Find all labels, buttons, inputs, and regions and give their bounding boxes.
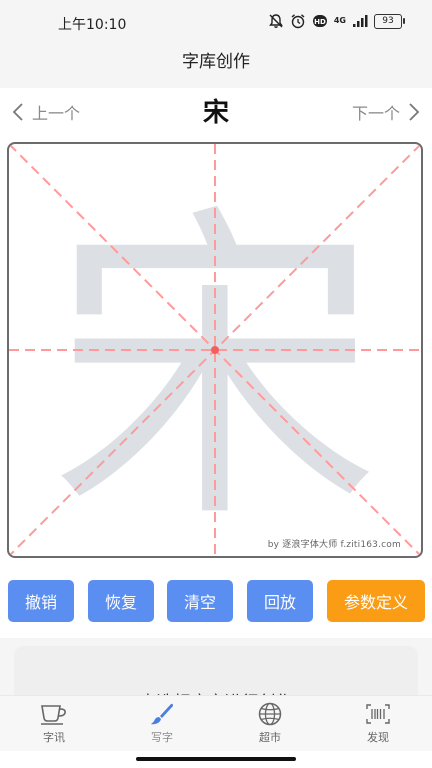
- chevron-left-icon: [12, 103, 23, 121]
- current-char: 宋: [202, 98, 229, 128]
- tab-market-label: 超市: [259, 731, 281, 744]
- writing-toolbar: 撤销 恢复 清空 回放 参数定义: [0, 572, 432, 638]
- barcode-scan-icon: [366, 704, 390, 724]
- grid-guide: [9, 144, 421, 556]
- tab-news-label: 字讯: [43, 731, 65, 744]
- signal-strength-icon: [353, 15, 368, 27]
- undo-button[interactable]: 撤销: [8, 580, 74, 622]
- svg-text:HD: HD: [314, 18, 326, 26]
- hd-voice-icon: HD: [312, 15, 327, 27]
- tab-market[interactable]: 超市: [230, 702, 310, 745]
- coffee-cup-icon: [41, 705, 66, 725]
- tab-news[interactable]: 字讯: [14, 702, 94, 745]
- home-indicator[interactable]: [136, 757, 296, 761]
- brush-icon: [151, 703, 173, 725]
- tab-write[interactable]: 写字: [122, 702, 202, 745]
- tab-discover[interactable]: 发现: [338, 702, 418, 745]
- params-button[interactable]: 参数定义: [327, 580, 425, 622]
- writing-pad[interactable]: 宋 by 逐浪字体大师 f.ziti163.com: [7, 142, 423, 558]
- redo-button[interactable]: 恢复: [88, 580, 154, 622]
- watermark: by 逐浪字体大师 f.ziti163.com: [267, 540, 401, 550]
- playback-button[interactable]: 回放: [247, 580, 313, 622]
- chevron-right-icon: [409, 103, 420, 121]
- bell-muted-icon: [268, 14, 283, 28]
- globe-icon: [258, 702, 282, 726]
- center-dot: [211, 346, 219, 354]
- bottom-tabbar: 字讯 写字 超市 发现: [0, 695, 432, 752]
- status-icons: HD 4G 93: [268, 13, 405, 29]
- tab-write-label: 写字: [151, 731, 173, 744]
- network-type: 4G: [333, 16, 346, 25]
- character-nav: 上一个 宋 下一个: [0, 88, 432, 136]
- tab-discover-label: 发现: [367, 731, 389, 744]
- status-bar: 上午10:10 HD 4G 93: [0, 0, 432, 44]
- battery-indicator: 93: [374, 13, 405, 29]
- canvas-area: 宋 by 逐浪字体大师 f.ziti163.com: [0, 136, 432, 572]
- prev-char-label: 上一个: [32, 104, 81, 123]
- next-char-button[interactable]: 下一个: [352, 100, 420, 124]
- next-char-label: 下一个: [351, 104, 400, 123]
- alarm-clock-icon: [291, 14, 305, 29]
- status-time: 上午10:10: [58, 17, 127, 33]
- clear-button[interactable]: 清空: [167, 580, 233, 622]
- app-title: 字库创作: [182, 52, 250, 72]
- prev-char-button[interactable]: 上一个: [12, 100, 80, 124]
